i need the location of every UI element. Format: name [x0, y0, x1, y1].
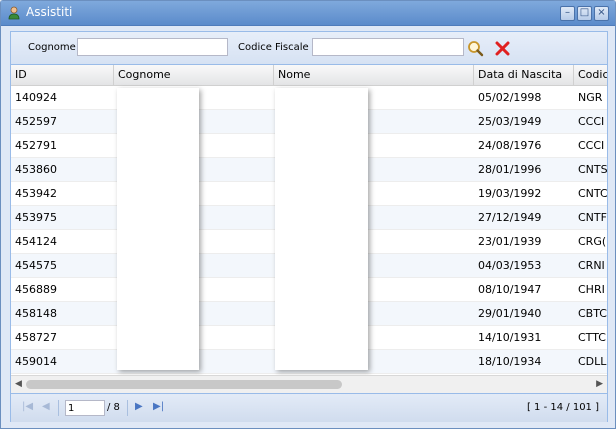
cell-data-nascita: 29/01/1940	[478, 307, 542, 320]
cell-id: 140924	[15, 91, 57, 104]
cell-id: 452597	[15, 115, 57, 128]
grid-panel: Cognome Codice Fiscale ID Cognome Nome D…	[10, 31, 608, 422]
cell-data-nascita: 24/08/1976	[478, 139, 542, 152]
cell-data-nascita: 23/01/1939	[478, 235, 542, 248]
next-page-icon[interactable]: ▶	[135, 401, 143, 412]
cell-codice-fiscale: CBTC	[578, 307, 607, 320]
paging-toolbar: |◀ ◀ / 8 ▶ ▶| [ 1 - 14 / 101 ]	[11, 393, 607, 422]
cell-codice-fiscale: CNTS	[578, 163, 607, 176]
codice-fiscale-input[interactable]	[312, 38, 464, 56]
page-number-input[interactable]	[65, 400, 105, 416]
prev-page-icon[interactable]: ◀	[42, 401, 50, 412]
cell-codice-fiscale: CNTC	[578, 187, 607, 200]
assistiti-window: Assistiti – □ × Cognome Codice Fiscale I…	[0, 0, 616, 429]
codice-fiscale-label: Codice Fiscale	[238, 42, 309, 53]
cell-data-nascita: 14/10/1931	[478, 331, 542, 344]
first-page-icon[interactable]: |◀	[22, 401, 33, 412]
column-header-cognome[interactable]: Cognome	[114, 65, 274, 85]
cognome-input[interactable]	[77, 38, 228, 56]
search-toolbar: Cognome Codice Fiscale	[11, 32, 607, 65]
cell-codice-fiscale: CRG(	[578, 235, 607, 248]
cell-data-nascita: 18/10/1934	[478, 355, 542, 368]
cell-id: 458727	[15, 331, 57, 344]
cell-id: 453942	[15, 187, 57, 200]
cell-data-nascita: 25/03/1949	[478, 115, 542, 128]
cell-id: 452791	[15, 139, 57, 152]
cell-id: 453860	[15, 163, 57, 176]
cell-codice-fiscale: CNTF	[578, 211, 607, 224]
close-button[interactable]: ×	[594, 6, 609, 21]
cell-data-nascita: 19/03/1992	[478, 187, 542, 200]
cognome-label: Cognome	[28, 42, 76, 53]
scroll-right-icon[interactable]: ▶	[596, 379, 603, 389]
cognome-redaction	[117, 88, 199, 370]
cell-codice-fiscale: CDLL	[578, 355, 607, 368]
cell-id: 453975	[15, 211, 57, 224]
search-icon[interactable]	[467, 40, 484, 57]
horizontal-scrollbar[interactable]: ◀ ▶	[11, 375, 607, 393]
cell-codice-fiscale: CHRI	[578, 283, 605, 296]
scrollbar-thumb[interactable]	[26, 380, 342, 389]
paging-info: [ 1 - 14 / 101 ]	[526, 402, 599, 413]
cell-codice-fiscale: CCCI	[578, 115, 605, 128]
cell-data-nascita: 27/12/1949	[478, 211, 542, 224]
cell-id: 454124	[15, 235, 57, 248]
cell-codice-fiscale: CCCI	[578, 139, 605, 152]
column-header-id[interactable]: ID	[11, 65, 114, 85]
grid-header: ID Cognome Nome Data di Nascita Codic	[11, 65, 607, 86]
user-icon	[8, 6, 20, 20]
cell-data-nascita: 08/10/1947	[478, 283, 542, 296]
cell-id: 454575	[15, 259, 57, 272]
last-page-icon[interactable]: ▶|	[153, 401, 164, 412]
clear-icon[interactable]	[494, 40, 511, 57]
window-title: Assistiti	[26, 5, 73, 19]
cell-codice-fiscale: NGR	[578, 91, 603, 104]
column-header-data-nascita[interactable]: Data di Nascita	[474, 65, 574, 85]
title-bar[interactable]: Assistiti – □ ×	[1, 1, 615, 26]
cell-id: 456889	[15, 283, 57, 296]
cell-data-nascita: 04/03/1953	[478, 259, 542, 272]
maximize-button[interactable]: □	[577, 6, 592, 21]
minimize-button[interactable]: –	[560, 6, 575, 21]
page-total: / 8	[107, 402, 120, 413]
cell-codice-fiscale: CTTC	[578, 331, 606, 344]
column-header-codice-fiscale[interactable]: Codic	[574, 65, 607, 85]
column-header-nome[interactable]: Nome	[274, 65, 474, 85]
cell-data-nascita: 28/01/1996	[478, 163, 542, 176]
cell-data-nascita: 05/02/1998	[478, 91, 542, 104]
pager-separator	[58, 400, 59, 416]
scroll-left-icon[interactable]: ◀	[15, 379, 22, 389]
cell-id: 459014	[15, 355, 57, 368]
cell-codice-fiscale: CRNI	[578, 259, 605, 272]
cell-id: 458148	[15, 307, 57, 320]
nome-redaction	[275, 88, 368, 370]
pager-separator	[127, 400, 128, 416]
